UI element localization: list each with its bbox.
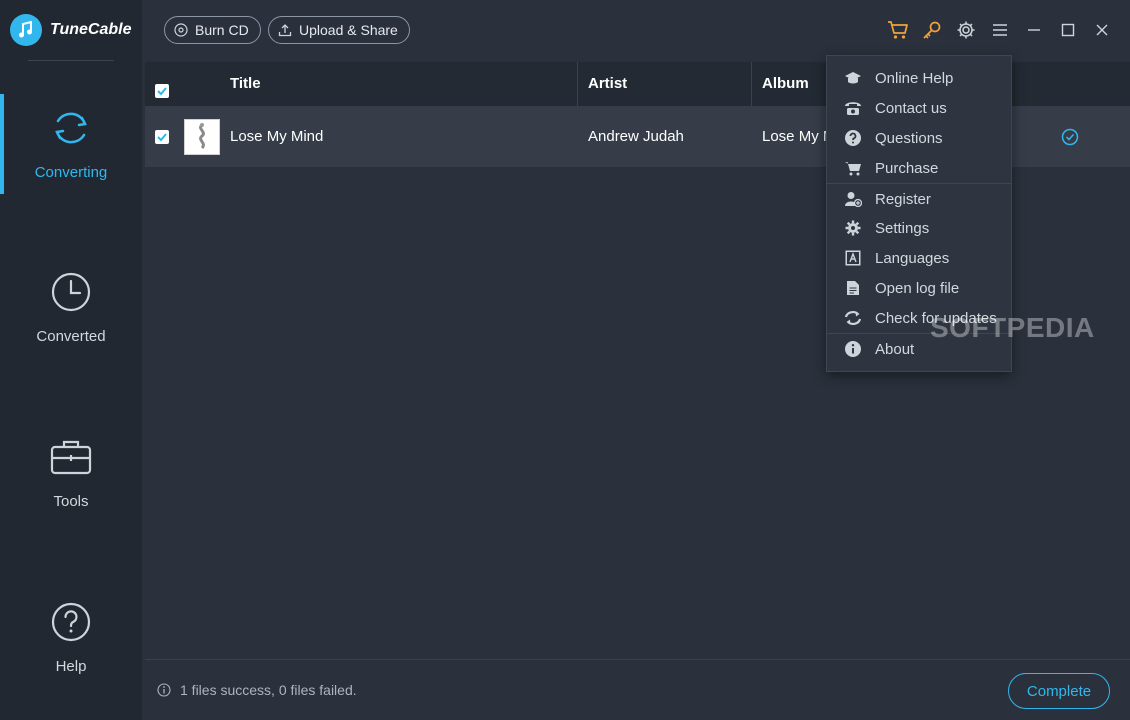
phone-icon — [844, 99, 862, 117]
menu-item-open-log-file[interactable]: Open log file — [827, 273, 1011, 303]
column-header-album[interactable]: Album — [762, 62, 809, 106]
row-checkbox[interactable] — [155, 130, 169, 144]
language-icon — [844, 249, 862, 267]
status-message: 1 files success, 0 files failed. — [157, 682, 357, 698]
clock-icon — [51, 272, 91, 312]
question-circle-icon — [844, 129, 862, 147]
menu-item-register[interactable]: Register — [827, 184, 1011, 214]
burn-cd-label: Burn CD — [195, 22, 249, 38]
status-text: 1 files success, 0 files failed. — [180, 682, 357, 698]
upload-share-label: Upload & Share — [299, 22, 398, 38]
column-header-artist[interactable]: Artist — [588, 62, 627, 106]
column-separator — [577, 62, 578, 106]
track-artist: Andrew Judah — [588, 128, 684, 145]
user-add-icon — [844, 190, 862, 208]
album-art — [184, 119, 220, 155]
sidebar-item-label: Converted — [36, 328, 106, 345]
graduation-cap-icon — [844, 69, 862, 87]
menu-item-languages[interactable]: Languages — [827, 243, 1011, 273]
minimize-icon[interactable] — [1022, 18, 1046, 42]
track-title: Lose My Mind — [230, 128, 324, 145]
menu-item-purchase[interactable]: Purchase — [827, 153, 1011, 183]
status-bar: 1 files success, 0 files failed. Complet… — [145, 659, 1130, 720]
menu-item-questions[interactable]: Questions — [827, 123, 1011, 153]
close-icon[interactable] — [1090, 18, 1114, 42]
sidebar-item-help[interactable]: Help — [0, 588, 142, 688]
burn-cd-button[interactable]: Burn CD — [164, 16, 261, 44]
sidebar-item-converted[interactable]: Converted — [0, 258, 142, 358]
sidebar-item-converting[interactable]: Converting — [0, 94, 142, 194]
question-icon — [51, 602, 91, 642]
maximize-icon[interactable] — [1056, 18, 1080, 42]
sidebar-item-tools[interactable]: Tools — [0, 423, 142, 523]
file-icon — [844, 279, 862, 297]
gear-icon[interactable] — [954, 18, 978, 42]
menu-item-contact-us[interactable]: Contact us — [827, 93, 1011, 123]
menu-item-online-help[interactable]: Online Help — [827, 63, 1011, 93]
info-icon — [157, 683, 171, 697]
logo-divider — [28, 60, 114, 61]
complete-button[interactable]: Complete — [1008, 673, 1110, 709]
app-name: TuneCable — [50, 21, 132, 38]
music-note-icon — [10, 14, 42, 46]
watermark: SOFTPEDIA — [930, 312, 1095, 343]
check-circle-icon — [1061, 128, 1079, 146]
menu-item-settings[interactable]: Settings — [827, 213, 1011, 243]
sidebar-item-label: Tools — [53, 493, 89, 510]
gear-icon — [844, 219, 862, 237]
menu-icon[interactable] — [988, 18, 1012, 42]
top-bar: Burn CD Upload & Share — [142, 0, 1130, 60]
cart-icon[interactable] — [886, 18, 910, 42]
sync-icon — [844, 309, 862, 327]
sidebar: TuneCable Converting Converted Tools Hel… — [0, 0, 142, 720]
info-icon — [844, 340, 862, 358]
toolbox-icon — [50, 440, 92, 475]
upload-icon — [278, 24, 292, 37]
cart-icon — [844, 159, 862, 177]
sidebar-item-label: Converting — [34, 164, 108, 181]
select-all-checkbox[interactable] — [155, 84, 169, 98]
column-header-title[interactable]: Title — [230, 62, 261, 106]
app-logo: TuneCable — [10, 14, 132, 46]
key-icon[interactable] — [920, 18, 944, 42]
refresh-icon — [55, 112, 87, 144]
track-album: Lose My M — [762, 128, 836, 145]
disc-icon — [174, 23, 188, 37]
column-separator — [751, 62, 752, 106]
sidebar-item-label: Help — [55, 658, 87, 675]
upload-share-button[interactable]: Upload & Share — [268, 16, 410, 44]
